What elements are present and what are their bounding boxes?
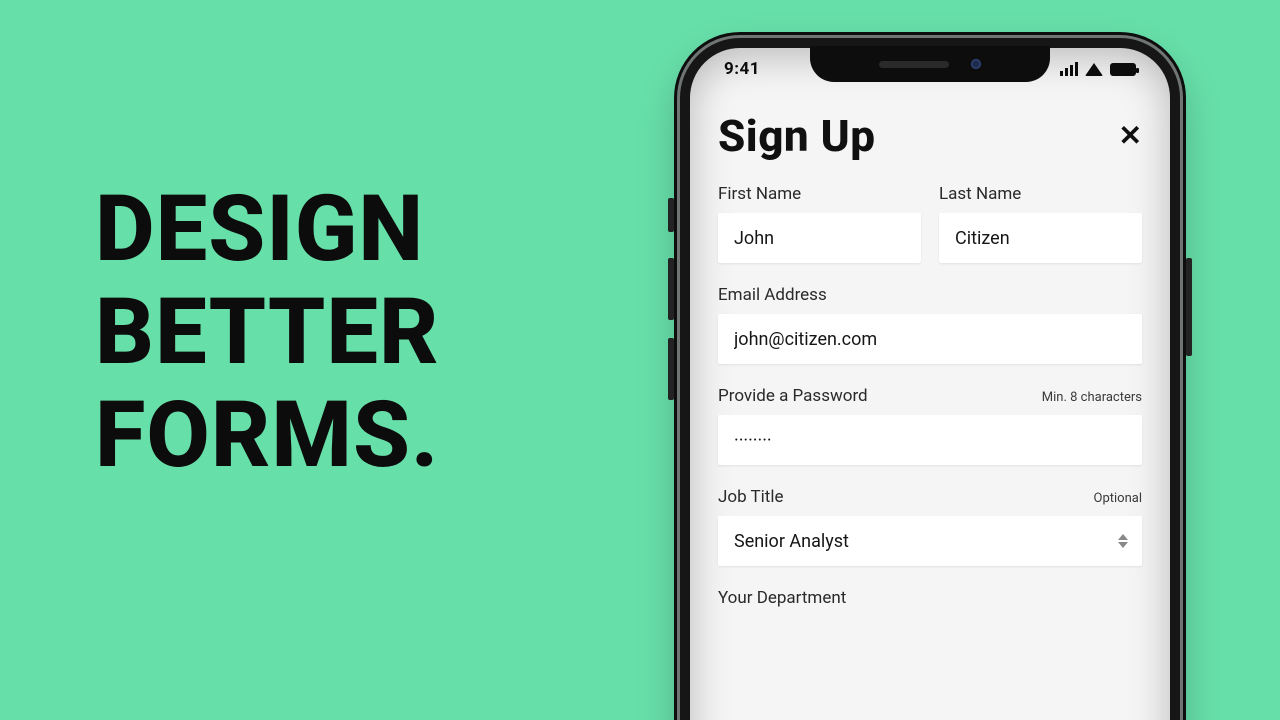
job-title-label-row: Job Title Optional — [718, 487, 1142, 507]
headline-text: DESIGNBETTERFORMS. — [95, 178, 615, 487]
battery-icon — [1110, 63, 1136, 76]
phone-mute-switch — [668, 198, 674, 232]
wifi-icon — [1085, 63, 1103, 76]
password-hint: Min. 8 characters — [1042, 390, 1142, 405]
phone-power-button — [1186, 258, 1192, 356]
page-title: Sign Up — [718, 110, 876, 162]
job-title-label: Job Title — [718, 487, 784, 507]
headline-block: DESIGNBETTERFORMS. — [95, 178, 615, 487]
job-title-select-wrap — [718, 516, 1142, 566]
email-input[interactable] — [718, 314, 1142, 364]
password-label: Provide a Password — [718, 386, 868, 406]
first-name-input[interactable] — [718, 213, 921, 263]
department-field: Your Department — [718, 588, 1142, 608]
email-field: Email Address — [718, 285, 1142, 364]
job-title-select[interactable] — [718, 516, 1142, 566]
phone-volume-up — [668, 258, 674, 320]
last-name-label: Last Name — [939, 184, 1142, 204]
password-field: Provide a Password Min. 8 characters — [718, 386, 1142, 465]
password-label-row: Provide a Password Min. 8 characters — [718, 386, 1142, 406]
email-label: Email Address — [718, 285, 1142, 305]
signup-form: First Name Last Name Email Address Provi… — [718, 184, 1142, 608]
first-name-field: First Name — [718, 184, 921, 263]
password-input[interactable] — [718, 415, 1142, 465]
name-row: First Name Last Name — [718, 184, 1142, 263]
job-title-field: Job Title Optional — [718, 487, 1142, 566]
last-name-input[interactable] — [939, 213, 1142, 263]
signup-screen: Sign Up ✕ First Name Last Name Email Add… — [690, 96, 1170, 720]
phone-volume-down — [668, 338, 674, 400]
status-icons — [1060, 62, 1136, 76]
phone-device: 9:41 Sign Up ✕ First Name Last Name — [680, 38, 1180, 720]
screen-header: Sign Up ✕ — [718, 110, 1142, 162]
first-name-label: First Name — [718, 184, 921, 204]
status-bar: 9:41 — [690, 54, 1170, 84]
job-title-hint: Optional — [1094, 491, 1142, 506]
cellular-signal-icon — [1060, 62, 1078, 76]
status-time: 9:41 — [724, 59, 760, 79]
department-label: Your Department — [718, 588, 1142, 608]
close-icon[interactable]: ✕ — [1119, 122, 1142, 150]
last-name-field: Last Name — [939, 184, 1142, 263]
